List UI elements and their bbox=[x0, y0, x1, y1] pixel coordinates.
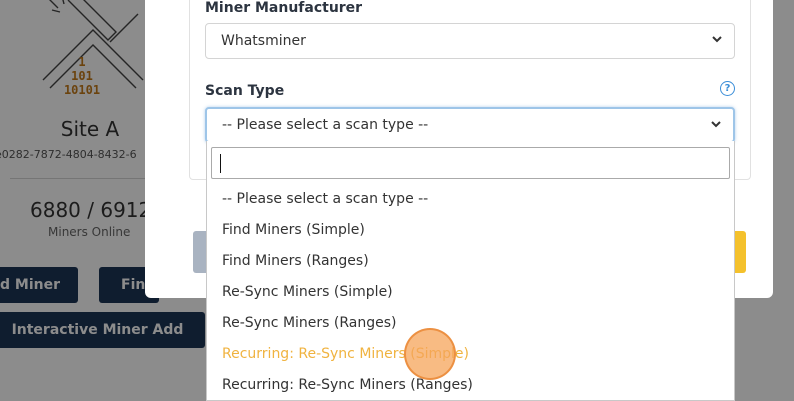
help-icon[interactable]: ? bbox=[720, 81, 735, 96]
dropdown-option[interactable]: -- Please select a scan type -- bbox=[222, 191, 428, 207]
scan-type-dropdown: -- Please select a scan type -- Find Min… bbox=[206, 141, 735, 401]
scan-type-value: -- Please select a scan type -- bbox=[222, 117, 429, 133]
text-caret bbox=[220, 154, 221, 173]
manufacturer-value: Whatsminer bbox=[221, 33, 306, 49]
dropdown-option[interactable]: Find Miners (Simple) bbox=[222, 222, 365, 238]
click-indicator bbox=[404, 328, 456, 380]
dropdown-search-input[interactable] bbox=[211, 147, 730, 179]
dropdown-option[interactable]: Re-Sync Miners (Ranges) bbox=[222, 315, 397, 331]
scan-type-select[interactable]: -- Please select a scan type -- bbox=[205, 107, 735, 143]
dropdown-option[interactable]: Find Miners (Ranges) bbox=[222, 253, 369, 269]
chevron-down-icon bbox=[711, 121, 721, 128]
chevron-down-icon bbox=[712, 36, 722, 43]
dropdown-option[interactable]: Re-Sync Miners (Simple) bbox=[222, 284, 393, 300]
scan-type-label: Scan Type bbox=[205, 83, 285, 99]
manufacturer-select[interactable]: Whatsminer bbox=[205, 23, 735, 59]
manufacturer-label: Miner Manufacturer bbox=[205, 0, 363, 16]
